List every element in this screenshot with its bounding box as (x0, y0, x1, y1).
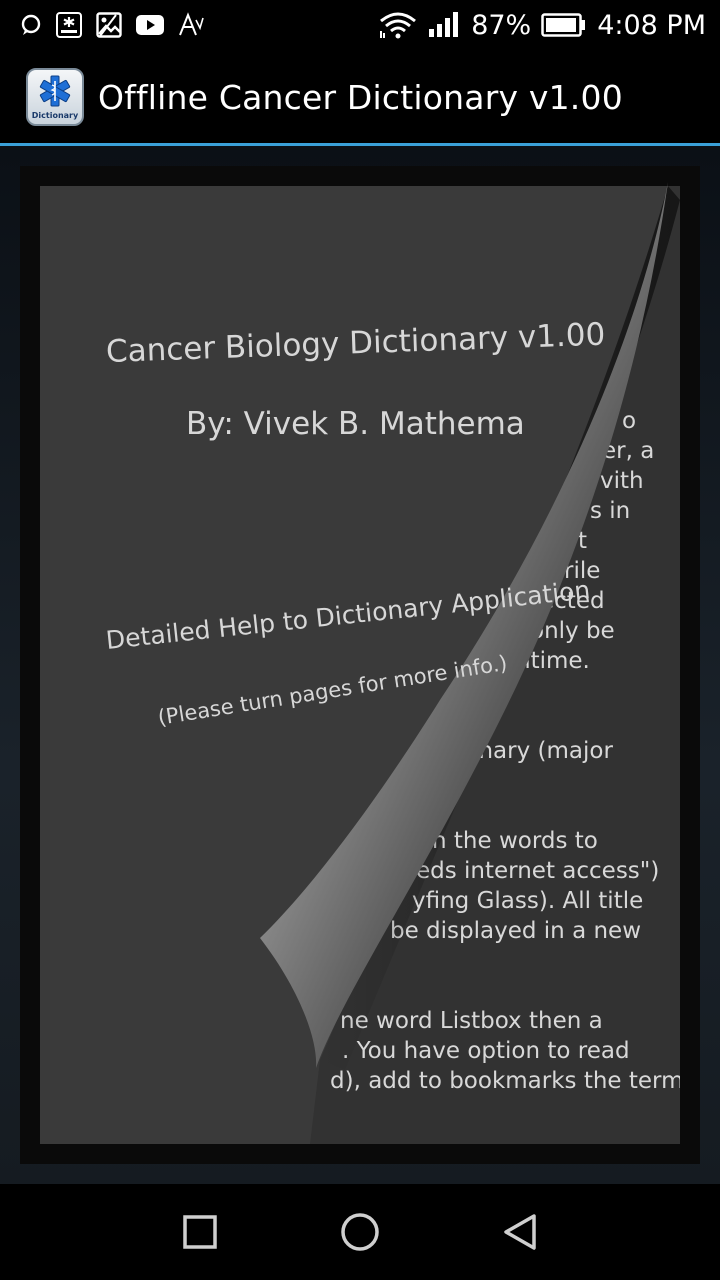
navigation-bar (0, 1184, 720, 1280)
help-heading: Detailed Help to Dictionary Application (104, 575, 592, 655)
help-text-line: ne word Listbox then a (340, 1008, 603, 1034)
help-text-line: s in (590, 498, 631, 524)
back-button[interactable] (492, 1204, 548, 1260)
app-notification-icon (56, 12, 82, 38)
help-text-line: t (578, 528, 588, 554)
home-button[interactable] (332, 1204, 388, 1260)
battery-icon (541, 13, 587, 37)
action-bar: Dictionary Offline Cancer Dictionary v1.… (0, 50, 720, 144)
help-text-line: er, a (602, 438, 655, 464)
image-icon (96, 12, 122, 38)
wifi-icon (379, 11, 417, 39)
clock: 4:08 PM (597, 9, 706, 41)
app-title: Offline Cancer Dictionary v1.00 (98, 77, 623, 117)
circle-icon (341, 1213, 379, 1251)
app-logo-icon[interactable]: Dictionary (26, 68, 84, 126)
notification-icons (0, 12, 204, 38)
help-text-line: o (622, 408, 637, 434)
font-icon (178, 12, 204, 38)
turn-pages-hint: (Please turn pages for more info.) (156, 650, 509, 730)
help-text-line: . You have option to read (342, 1038, 630, 1064)
battery-percent: 87% (471, 9, 532, 41)
youtube-icon (136, 14, 164, 36)
app-icon-label: Dictionary (31, 111, 79, 120)
square-icon (183, 1215, 217, 1249)
author-name: By: Vivek B. Mathema (186, 406, 525, 442)
star-of-life-icon (39, 75, 71, 107)
help-text-line: d), add to bookmarks the terms (330, 1068, 680, 1094)
help-text-line: yfing Glass). All title (412, 888, 644, 914)
front-page-content[interactable]: Cancer Biology Dictionary v1.00 By: Vive… (40, 186, 605, 886)
chat-icon (20, 14, 42, 36)
help-text-line: vith (600, 468, 644, 494)
back-triangle-icon (504, 1214, 536, 1250)
help-text-line: be displayed in a new (390, 918, 642, 944)
signal-icon (427, 11, 461, 39)
status-bar: 87% 4:08 PM (0, 0, 720, 50)
recent-apps-button[interactable] (172, 1204, 228, 1260)
dictionary-title: Cancer Biology Dictionary v1.00 (105, 316, 606, 370)
system-icons: 87% 4:08 PM (379, 10, 720, 41)
